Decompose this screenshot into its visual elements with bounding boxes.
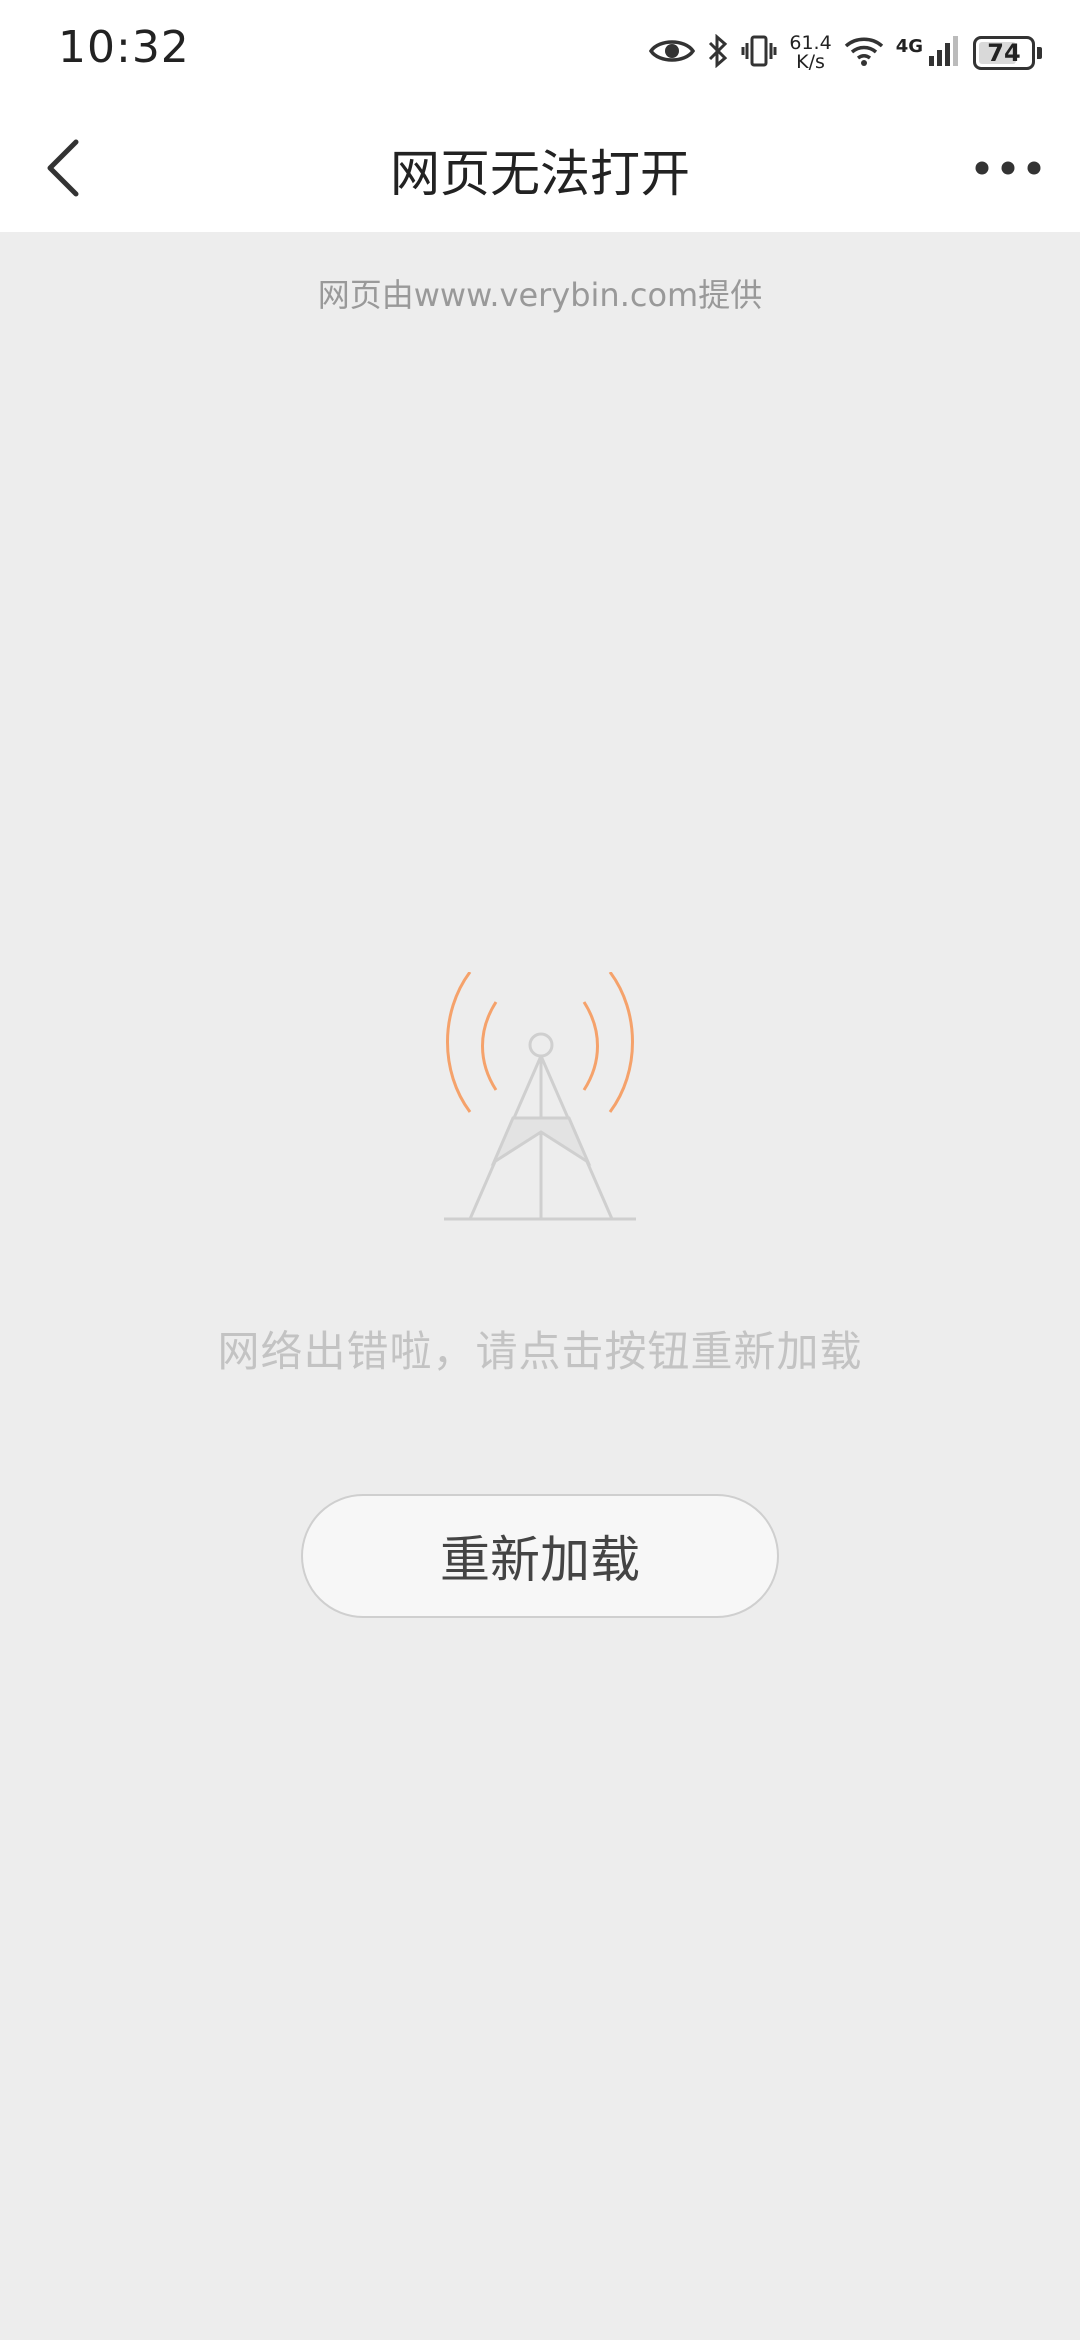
net-speed: 61.4 K/s bbox=[789, 34, 831, 72]
page-title: 网页无法打开 bbox=[390, 145, 690, 203]
battery-level-text: 74 bbox=[987, 39, 1021, 67]
net-speed-unit: K/s bbox=[796, 51, 825, 73]
wifi-icon bbox=[844, 35, 884, 71]
more-horizontal-icon bbox=[975, 161, 1041, 175]
vibrate-icon bbox=[741, 34, 777, 72]
nav-bar: 网页无法打开 bbox=[0, 104, 1080, 232]
status-bar: 10:32 61.4 K/s 4G 74 bbox=[0, 0, 1080, 104]
battery-tip bbox=[1037, 47, 1042, 59]
eye-icon bbox=[649, 36, 696, 70]
status-time: 10:32 bbox=[58, 22, 190, 73]
status-icons: 61.4 K/s 4G 74 bbox=[637, 26, 1042, 80]
more-button[interactable] bbox=[958, 126, 1058, 210]
network-type: 4G bbox=[895, 35, 923, 57]
provider-text: 网页由www.verybin.com提供 bbox=[317, 276, 763, 314]
bluetooth-icon bbox=[707, 33, 729, 72]
content-area: 网页由www.verybin.com提供 网络出错啦，请点击按钮重新加载 重新加… bbox=[0, 232, 1080, 2340]
battery-icon: 74 bbox=[973, 36, 1035, 70]
reload-button[interactable]: 重新加载 bbox=[301, 1494, 779, 1618]
error-message: 网络出错啦，请点击按钮重新加载 bbox=[217, 1327, 863, 1376]
signal-tower-icon bbox=[440, 971, 640, 1232]
signal-icon bbox=[927, 34, 961, 72]
